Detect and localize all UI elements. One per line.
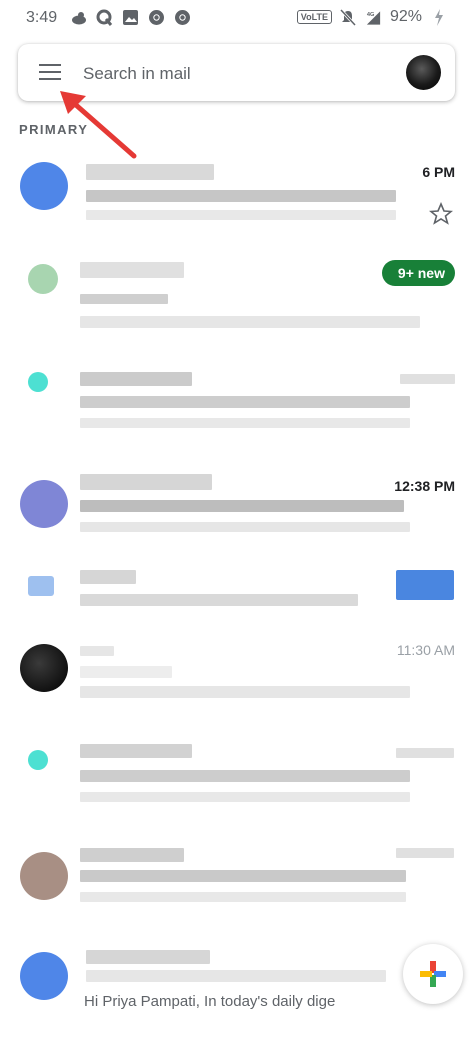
email-row[interactable]: 6 PM xyxy=(0,150,473,260)
sender-avatar xyxy=(28,750,48,770)
hamburger-menu-icon[interactable] xyxy=(38,62,62,82)
volte-badge: VoLTE xyxy=(296,10,332,24)
status-time: 3:49 xyxy=(26,9,58,26)
sender-avatar xyxy=(20,162,68,210)
chrome-icon xyxy=(174,9,191,26)
email-row[interactable] xyxy=(0,366,473,476)
system-icons: VoLTE 4G 92% xyxy=(296,8,447,26)
email-row[interactable] xyxy=(0,840,473,950)
notification-icons xyxy=(70,9,191,26)
chrome-icon xyxy=(148,9,165,26)
sender-avatar xyxy=(20,644,68,692)
email-row[interactable]: 9+ new xyxy=(0,258,473,368)
sender-avatar xyxy=(28,264,58,294)
compose-plus-icon xyxy=(420,961,446,987)
status-bar: 3:49 VoLTE 4G 92% xyxy=(0,0,473,36)
sender-avatar xyxy=(28,576,54,596)
mute-icon xyxy=(340,8,357,26)
email-time: 6 PM xyxy=(422,164,455,180)
sender-avatar xyxy=(20,952,68,1000)
svg-text:4G: 4G xyxy=(367,12,375,18)
section-label-primary: PRIMARY xyxy=(19,122,89,137)
charging-icon xyxy=(430,8,447,26)
star-icon[interactable] xyxy=(429,202,453,226)
email-row[interactable]: 12:38 PM xyxy=(0,468,473,578)
sender-avatar xyxy=(20,480,68,528)
email-row[interactable]: 11:30 AM xyxy=(0,632,473,742)
new-count-badge: 9+ new xyxy=(381,260,455,286)
compose-button[interactable] xyxy=(403,944,463,1004)
gallery-icon xyxy=(122,9,139,26)
search-input[interactable]: Search in mail xyxy=(83,64,191,84)
email-snippet: Hi Priya Pampati, In today's daily dige xyxy=(84,993,336,1010)
signal-4g-icon: 4G xyxy=(365,9,382,26)
email-time: 11:30 AM xyxy=(396,642,455,658)
email-time: 12:38 PM xyxy=(394,478,455,494)
quora-icon xyxy=(96,9,113,26)
account-avatar[interactable] xyxy=(406,55,441,90)
battery-percent: 92% xyxy=(389,8,422,25)
email-row[interactable] xyxy=(0,742,473,852)
sender-avatar xyxy=(20,852,68,900)
sender-avatar xyxy=(28,372,48,392)
weather-icon xyxy=(70,9,87,26)
